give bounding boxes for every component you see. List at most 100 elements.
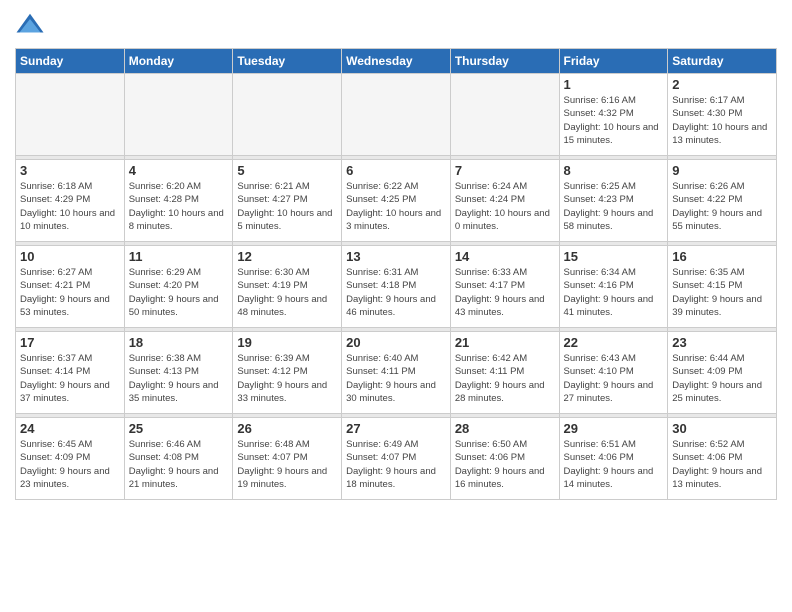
header-friday: Friday xyxy=(559,49,668,74)
day-cell xyxy=(450,74,559,156)
day-info: Sunrise: 6:50 AM Sunset: 4:06 PM Dayligh… xyxy=(455,438,555,491)
day-info: Sunrise: 6:34 AM Sunset: 4:16 PM Dayligh… xyxy=(564,266,664,319)
day-cell: 21 Sunrise: 6:42 AM Sunset: 4:11 PM Dayli… xyxy=(450,332,559,414)
day-info: Sunrise: 6:44 AM Sunset: 4:09 PM Dayligh… xyxy=(672,352,772,405)
day-number: 9 xyxy=(672,163,772,178)
day-info: Sunrise: 6:39 AM Sunset: 4:12 PM Dayligh… xyxy=(237,352,337,405)
day-cell xyxy=(233,74,342,156)
day-number: 7 xyxy=(455,163,555,178)
header-thursday: Thursday xyxy=(450,49,559,74)
day-number: 13 xyxy=(346,249,446,264)
week-row-4: 24 Sunrise: 6:45 AM Sunset: 4:09 PM Dayli… xyxy=(16,418,777,500)
day-number: 23 xyxy=(672,335,772,350)
day-number: 1 xyxy=(564,77,664,92)
header-tuesday: Tuesday xyxy=(233,49,342,74)
day-number: 8 xyxy=(564,163,664,178)
day-cell: 11 Sunrise: 6:29 AM Sunset: 4:20 PM Dayli… xyxy=(124,246,233,328)
header-wednesday: Wednesday xyxy=(342,49,451,74)
day-info: Sunrise: 6:49 AM Sunset: 4:07 PM Dayligh… xyxy=(346,438,446,491)
day-info: Sunrise: 6:33 AM Sunset: 4:17 PM Dayligh… xyxy=(455,266,555,319)
day-cell: 15 Sunrise: 6:34 AM Sunset: 4:16 PM Dayli… xyxy=(559,246,668,328)
day-cell: 4 Sunrise: 6:20 AM Sunset: 4:28 PM Daylig… xyxy=(124,160,233,242)
day-cell: 7 Sunrise: 6:24 AM Sunset: 4:24 PM Daylig… xyxy=(450,160,559,242)
day-cell: 1 Sunrise: 6:16 AM Sunset: 4:32 PM Daylig… xyxy=(559,74,668,156)
day-number: 12 xyxy=(237,249,337,264)
day-cell: 13 Sunrise: 6:31 AM Sunset: 4:18 PM Dayli… xyxy=(342,246,451,328)
day-number: 14 xyxy=(455,249,555,264)
day-number: 30 xyxy=(672,421,772,436)
day-info: Sunrise: 6:42 AM Sunset: 4:11 PM Dayligh… xyxy=(455,352,555,405)
day-cell: 3 Sunrise: 6:18 AM Sunset: 4:29 PM Daylig… xyxy=(16,160,125,242)
day-number: 10 xyxy=(20,249,120,264)
day-number: 3 xyxy=(20,163,120,178)
day-info: Sunrise: 6:35 AM Sunset: 4:15 PM Dayligh… xyxy=(672,266,772,319)
day-cell: 10Sunrise: 6:27 AM Sunset: 4:21 PM Dayli… xyxy=(16,246,125,328)
day-number: 15 xyxy=(564,249,664,264)
day-cell: 27Sunrise: 6:49 AM Sunset: 4:07 PM Dayli… xyxy=(342,418,451,500)
week-row-2: 10Sunrise: 6:27 AM Sunset: 4:21 PM Dayli… xyxy=(16,246,777,328)
header-monday: Monday xyxy=(124,49,233,74)
day-number: 28 xyxy=(455,421,555,436)
day-info: Sunrise: 6:20 AM Sunset: 4:28 PM Dayligh… xyxy=(129,180,229,233)
day-number: 26 xyxy=(237,421,337,436)
day-info: Sunrise: 6:52 AM Sunset: 4:06 PM Dayligh… xyxy=(672,438,772,491)
week-row-1: 3 Sunrise: 6:18 AM Sunset: 4:29 PM Daylig… xyxy=(16,160,777,242)
day-info: Sunrise: 6:26 AM Sunset: 4:22 PM Dayligh… xyxy=(672,180,772,233)
day-cell: 17 Sunrise: 6:37 AM Sunset: 4:14 PM Dayli… xyxy=(16,332,125,414)
calendar-header-row: SundayMondayTuesdayWednesdayThursdayFrid… xyxy=(16,49,777,74)
day-number: 20 xyxy=(346,335,446,350)
day-cell: 25Sunrise: 6:46 AM Sunset: 4:08 PM Dayli… xyxy=(124,418,233,500)
day-info: Sunrise: 6:29 AM Sunset: 4:20 PM Dayligh… xyxy=(129,266,229,319)
day-cell xyxy=(124,74,233,156)
day-number: 6 xyxy=(346,163,446,178)
day-info: Sunrise: 6:16 AM Sunset: 4:32 PM Dayligh… xyxy=(564,94,664,147)
logo xyxy=(15,10,49,40)
header-saturday: Saturday xyxy=(668,49,777,74)
day-cell: 24 Sunrise: 6:45 AM Sunset: 4:09 PM Dayli… xyxy=(16,418,125,500)
day-cell: 18 Sunrise: 6:38 AM Sunset: 4:13 PM Dayli… xyxy=(124,332,233,414)
day-cell xyxy=(16,74,125,156)
day-info: Sunrise: 6:21 AM Sunset: 4:27 PM Dayligh… xyxy=(237,180,337,233)
day-cell: 14 Sunrise: 6:33 AM Sunset: 4:17 PM Dayli… xyxy=(450,246,559,328)
header-sunday: Sunday xyxy=(16,49,125,74)
day-info: Sunrise: 6:43 AM Sunset: 4:10 PM Dayligh… xyxy=(564,352,664,405)
day-info: Sunrise: 6:30 AM Sunset: 4:19 PM Dayligh… xyxy=(237,266,337,319)
day-number: 24 xyxy=(20,421,120,436)
day-info: Sunrise: 6:18 AM Sunset: 4:29 PM Dayligh… xyxy=(20,180,120,233)
day-info: Sunrise: 6:25 AM Sunset: 4:23 PM Dayligh… xyxy=(564,180,664,233)
day-number: 25 xyxy=(129,421,229,436)
day-info: Sunrise: 6:37 AM Sunset: 4:14 PM Dayligh… xyxy=(20,352,120,405)
day-info: Sunrise: 6:24 AM Sunset: 4:24 PM Dayligh… xyxy=(455,180,555,233)
week-row-3: 17 Sunrise: 6:37 AM Sunset: 4:14 PM Dayli… xyxy=(16,332,777,414)
day-number: 2 xyxy=(672,77,772,92)
day-cell: 28 Sunrise: 6:50 AM Sunset: 4:06 PM Dayli… xyxy=(450,418,559,500)
day-number: 17 xyxy=(20,335,120,350)
day-number: 21 xyxy=(455,335,555,350)
day-info: Sunrise: 6:45 AM Sunset: 4:09 PM Dayligh… xyxy=(20,438,120,491)
day-cell: 12 Sunrise: 6:30 AM Sunset: 4:19 PM Dayli… xyxy=(233,246,342,328)
day-cell: 26Sunrise: 6:48 AM Sunset: 4:07 PM Dayli… xyxy=(233,418,342,500)
day-cell: 6Sunrise: 6:22 AM Sunset: 4:25 PM Daylig… xyxy=(342,160,451,242)
day-cell: 9 Sunrise: 6:26 AM Sunset: 4:22 PM Daylig… xyxy=(668,160,777,242)
day-cell: 23 Sunrise: 6:44 AM Sunset: 4:09 PM Dayli… xyxy=(668,332,777,414)
day-number: 18 xyxy=(129,335,229,350)
day-number: 22 xyxy=(564,335,664,350)
calendar: SundayMondayTuesdayWednesdayThursdayFrid… xyxy=(15,48,777,500)
day-cell: 16Sunrise: 6:35 AM Sunset: 4:15 PM Dayli… xyxy=(668,246,777,328)
day-cell: 29Sunrise: 6:51 AM Sunset: 4:06 PM Dayli… xyxy=(559,418,668,500)
day-number: 29 xyxy=(564,421,664,436)
day-info: Sunrise: 6:17 AM Sunset: 4:30 PM Dayligh… xyxy=(672,94,772,147)
day-number: 11 xyxy=(129,249,229,264)
day-info: Sunrise: 6:38 AM Sunset: 4:13 PM Dayligh… xyxy=(129,352,229,405)
page: SundayMondayTuesdayWednesdayThursdayFrid… xyxy=(0,0,792,612)
day-cell xyxy=(342,74,451,156)
day-cell: 5 Sunrise: 6:21 AM Sunset: 4:27 PM Daylig… xyxy=(233,160,342,242)
day-info: Sunrise: 6:31 AM Sunset: 4:18 PM Dayligh… xyxy=(346,266,446,319)
day-info: Sunrise: 6:40 AM Sunset: 4:11 PM Dayligh… xyxy=(346,352,446,405)
day-cell: 20 Sunrise: 6:40 AM Sunset: 4:11 PM Dayli… xyxy=(342,332,451,414)
day-number: 5 xyxy=(237,163,337,178)
day-number: 4 xyxy=(129,163,229,178)
logo-icon xyxy=(15,10,45,40)
week-row-0: 1 Sunrise: 6:16 AM Sunset: 4:32 PM Daylig… xyxy=(16,74,777,156)
day-cell: 2 Sunrise: 6:17 AM Sunset: 4:30 PM Daylig… xyxy=(668,74,777,156)
